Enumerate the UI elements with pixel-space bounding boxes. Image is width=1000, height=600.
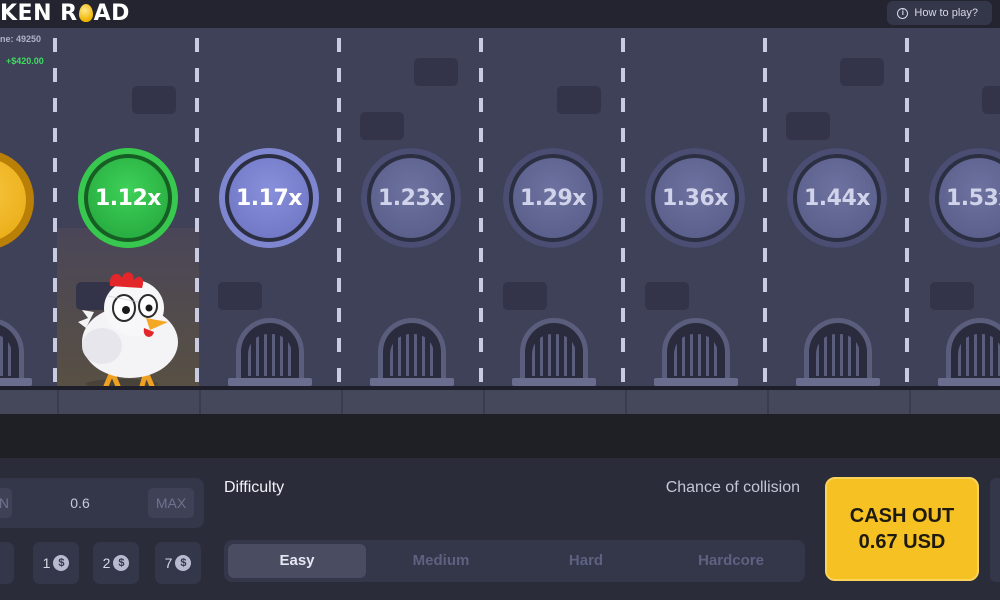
- dollar-icon: $: [175, 555, 192, 571]
- sewer-grate: [796, 318, 880, 386]
- egg-icon: [78, 4, 93, 22]
- difficulty-tab-easy[interactable]: Easy: [228, 544, 366, 578]
- chicken-player: [78, 272, 178, 389]
- road-brick: [786, 112, 830, 140]
- game-logo: KEN R AD: [0, 0, 130, 28]
- bet-min-button[interactable]: N: [0, 488, 12, 518]
- road-brick: [132, 86, 176, 114]
- multiplier-value: 1.36x: [662, 185, 728, 211]
- sidewalk: [0, 390, 1000, 414]
- how-to-play-label: How to play?: [914, 7, 978, 19]
- chip-value: 1: [42, 555, 51, 571]
- quick-bet-chip[interactable]: 1 $: [33, 542, 79, 584]
- quick-bet-chip[interactable]: 7 $: [155, 542, 201, 584]
- chip-value: 2: [102, 555, 111, 571]
- how-to-play-button[interactable]: i How to play?: [887, 1, 992, 25]
- multiplier-value: 1.17x: [236, 185, 302, 211]
- road-brick: [930, 282, 974, 310]
- bet-max-button[interactable]: MAX: [148, 488, 194, 518]
- multiplier-coin: 1.23x: [361, 148, 461, 248]
- chip-value: 7: [164, 555, 173, 571]
- multiplier-value: 1.23x: [378, 185, 444, 211]
- multiplier-value: 1.44x: [804, 185, 870, 211]
- cash-out-button[interactable]: CASH OUT 0.67 USD: [825, 477, 979, 581]
- difficulty-title: Difficulty: [224, 479, 285, 496]
- cash-out-label: CASH OUT: [849, 505, 955, 527]
- road-brick: [414, 58, 458, 86]
- multiplier-value: 1.12x: [95, 185, 161, 211]
- lane-divider: [763, 38, 767, 388]
- sewer-grate: [370, 318, 454, 386]
- sewer-grate: [228, 318, 312, 386]
- lane-divider: [195, 38, 199, 388]
- multiplier-value: 1.53x: [946, 185, 1000, 211]
- panel-edge: [990, 478, 1000, 582]
- info-icon: i: [897, 7, 909, 19]
- lane-divider: [905, 38, 909, 388]
- logo-text-right: AD: [93, 1, 130, 26]
- top-bar: KEN R AD i How to play?: [0, 0, 1000, 28]
- difficulty-tab-hard[interactable]: Hard: [517, 544, 655, 578]
- road-brick: [557, 86, 601, 114]
- multiplier-coin: 1.44x: [787, 148, 887, 248]
- sewer-grate: [938, 318, 1000, 386]
- multiplier-coin: 1.36x: [645, 148, 745, 248]
- difficulty-tab-hardcore[interactable]: Hardcore: [662, 544, 800, 578]
- collision-chance-title: Chance of collision: [665, 479, 800, 496]
- divider-band: [0, 414, 1000, 458]
- sewer-grate: [0, 318, 32, 386]
- dollar-icon: $: [53, 555, 70, 571]
- multiplier-value: 1.29x: [520, 185, 586, 211]
- quick-bet-chip[interactable]: 2 $: [93, 542, 139, 584]
- quick-bet-chip[interactable]: $: [0, 542, 14, 584]
- lane-divider: [621, 38, 625, 388]
- road-brick: [840, 58, 884, 86]
- road-brick: [360, 112, 404, 140]
- road-brick: [503, 282, 547, 310]
- road-brick: [218, 282, 262, 310]
- balance-readout: ne: 49250: [0, 34, 42, 44]
- road-brick: [982, 86, 1000, 114]
- game-screen: KEN R AD i How to play? ne: 49250 +$420.0…: [0, 0, 1000, 600]
- dollar-icon: $: [113, 555, 130, 571]
- sewer-grate: [512, 318, 596, 386]
- bet-amount-input[interactable]: 0.6: [40, 488, 120, 518]
- lane-divider: [53, 38, 57, 388]
- multiplier-coin-current: 1.12x: [78, 148, 178, 248]
- logo-text-left: KEN R: [0, 1, 78, 26]
- sewer-grate: [654, 318, 738, 386]
- multiplier-coin-next[interactable]: 1.17x: [219, 148, 319, 248]
- winnings-readout: +$420.00: [6, 56, 44, 66]
- difficulty-selector: Easy Medium Hard Hardcore: [224, 540, 805, 582]
- cash-out-amount: 0.67 USD: [858, 531, 946, 553]
- road-brick: [645, 282, 689, 310]
- multiplier-coin: 1.29x: [503, 148, 603, 248]
- difficulty-tab-medium[interactable]: Medium: [372, 544, 510, 578]
- lane-divider: [479, 38, 483, 388]
- lane-divider: [337, 38, 341, 388]
